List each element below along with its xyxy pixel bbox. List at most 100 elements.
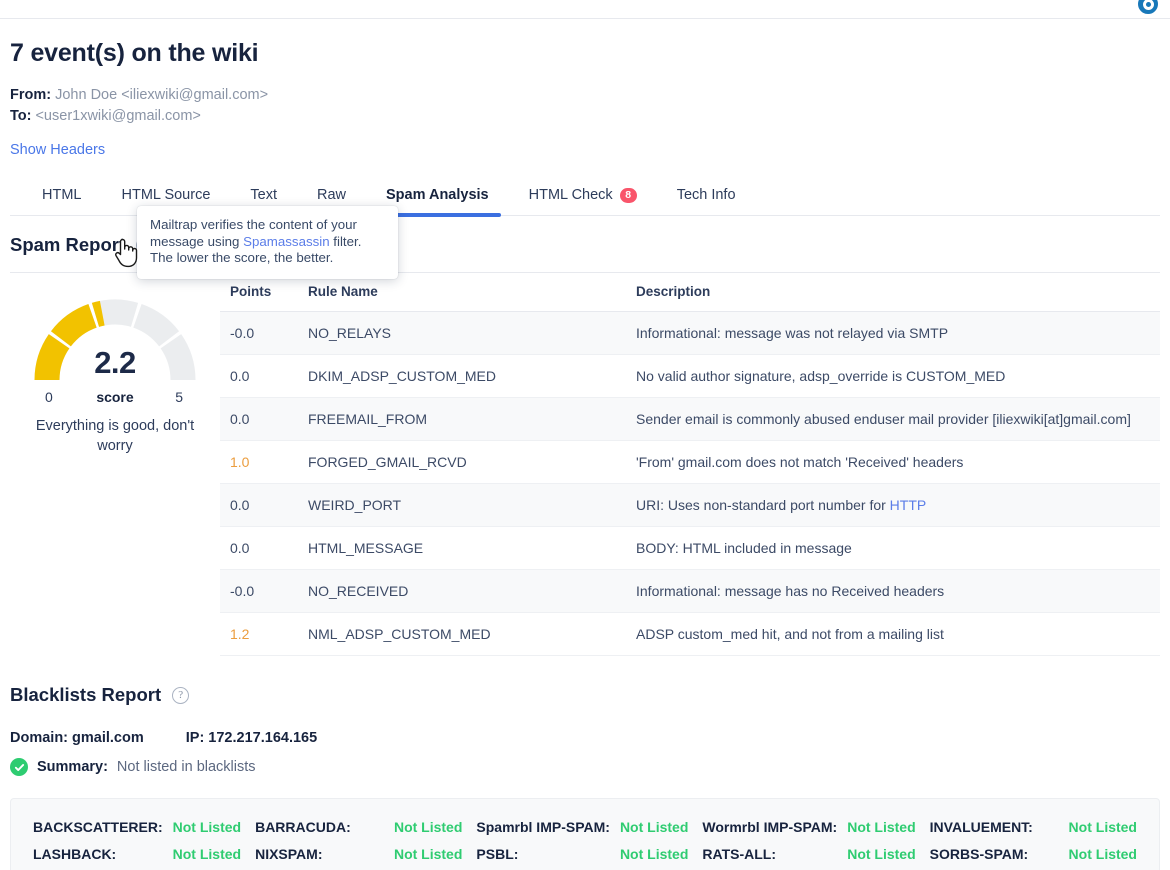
- from-label: From:: [10, 87, 52, 103]
- cell-description: No valid author signature, adsp_override…: [626, 354, 1160, 398]
- blacklist-name: BACKSCATTERER:: [33, 818, 163, 835]
- blacklist-status: Not Listed: [619, 845, 689, 862]
- table-row: 0.0 WEIRD_PORT URI: Uses non-standard port…: [220, 483, 1160, 527]
- tab-tech-info[interactable]: Tech Info: [657, 187, 756, 215]
- tab-html-check[interactable]: HTML Check 8: [509, 187, 657, 215]
- blacklists-summary: Summary: Not listed in blacklists: [10, 758, 1160, 776]
- gauge-note: Everything is good, don't worry: [35, 418, 195, 454]
- gauge-min-label: 0: [45, 389, 53, 405]
- column-header-description: Description: [626, 273, 1160, 312]
- cell-points: 0.0: [220, 354, 298, 398]
- blacklist-status: Not Listed: [847, 818, 916, 835]
- spam-rules-table: Points Rule Name Description -0.0 NO_RELAYS…: [220, 273, 1160, 656]
- table-body: -0.0 NO_RELAYS Informational: message was …: [220, 311, 1160, 656]
- to-value: <user1xwiki@gmail.com>: [35, 108, 201, 124]
- blacklist-name: BARRACUDA:: [255, 818, 351, 835]
- spam-report-tooltip: Mailtrap verifies the content of your me…: [137, 206, 398, 279]
- gauge-segment-track: [133, 304, 180, 347]
- cell-points: 0.0: [220, 526, 298, 570]
- blacklist-item: BARRACUDA: Not Listed: [255, 813, 462, 840]
- table-row: 1.0 FORGED_GMAIL_RCVD 'From' gmail.com doe…: [220, 440, 1160, 484]
- table-row: 0.0 DKIM_ADSP_CUSTOM_MED No valid author s…: [220, 354, 1160, 398]
- blacklist-status: Not Listed: [393, 818, 463, 835]
- cell-rule-name: NO_RECEIVED: [298, 569, 626, 613]
- blacklist-item: INVALUEMENT: Not Listed: [930, 813, 1137, 840]
- blacklists-summary-value: Not listed in blacklists: [116, 759, 256, 775]
- blacklists-report-title: Blacklists Report: [10, 684, 162, 705]
- blacklists-domain: Domain: gmail.com: [10, 730, 144, 746]
- table-row: 0.0 HTML_MESSAGE BODY: HTML included in me…: [220, 526, 1160, 570]
- tab-html[interactable]: HTML: [22, 187, 101, 215]
- blacklist-status: Not Listed: [1068, 845, 1137, 862]
- spam-rules-table-container: Points Rule Name Description -0.0 NO_RELAYS…: [220, 273, 1160, 656]
- blacklist-item: LASHBACK: Not Listed: [33, 840, 241, 867]
- cell-rule-name: NML_ADSP_CUSTOM_MED: [298, 612, 626, 656]
- show-headers-link[interactable]: Show Headers: [10, 142, 105, 158]
- blacklist-item: PSBL: Not Listed: [476, 840, 688, 867]
- blacklist-item: NIXSPAM: Not Listed: [255, 840, 462, 867]
- gauge-segment-fill: [50, 304, 97, 347]
- table-row: -0.0 NO_RELAYS Informational: message was …: [220, 311, 1160, 355]
- cell-points: 0.0: [220, 397, 298, 441]
- blacklist-name: INVALUEMENT:: [929, 818, 1033, 835]
- to-row: To: <user1xwiki@gmail.com>: [10, 106, 1160, 127]
- gauge-score-value: 2.2: [94, 345, 136, 380]
- blacklist-item: SORBS-SPAM: Not Listed: [930, 840, 1137, 867]
- cell-rule-name: WEIRD_PORT: [298, 483, 626, 527]
- tab-badge-count: 8: [619, 187, 637, 203]
- target-ring: [1142, 0, 1154, 10]
- tab-label: HTML: [42, 187, 82, 203]
- blacklist-status: Not Listed: [619, 818, 689, 835]
- cell-description: Informational: message has no Received h…: [626, 569, 1160, 613]
- blacklist-item: RATS-ALL: Not Listed: [702, 840, 915, 867]
- gauge-max-label: 5: [175, 389, 183, 405]
- blacklists-report-header: Blacklists Report ?: [10, 656, 1160, 712]
- blacklist-status: Not Listed: [393, 845, 463, 862]
- top-bar: [0, 0, 1170, 19]
- cell-points: -0.0: [220, 311, 298, 355]
- cell-description: ADSP custom_med hit, and not from a mail…: [626, 612, 1160, 656]
- cell-description: 'From' gmail.com does not match 'Receive…: [626, 440, 1160, 484]
- spamassassin-link[interactable]: Spamassassin: [243, 234, 329, 249]
- blacklist-name: LASHBACK:: [33, 845, 117, 862]
- blacklist-item: BACKSCATTERER: Not Listed: [33, 813, 241, 840]
- page-content: 7 event(s) on the wiki From: John Doe <il…: [0, 39, 1170, 870]
- gauge-score-label: score: [96, 389, 134, 405]
- from-row: From: John Doe <iliexwiki@gmail.com>: [10, 85, 1160, 106]
- tab-label: Spam Analysis: [386, 187, 489, 203]
- tab-label: Raw: [316, 187, 346, 203]
- tab-label: Tech Info: [676, 187, 736, 203]
- question-mark-icon[interactable]: ?: [172, 686, 190, 704]
- blacklists-grid: BACKSCATTERER: Not Listed LASHBACK: Not Lis…: [33, 813, 1137, 870]
- table-row: 0.0 FREEMAIL_FROM Sender email is commonly…: [220, 397, 1160, 441]
- blacklist-name: Wormrbl IMP-SPAM:: [702, 818, 838, 835]
- table-row: 1.2 NML_ADSP_CUSTOM_MED ADSP custom_med hi…: [220, 612, 1160, 656]
- tab-label: HTML Check: [528, 187, 613, 203]
- cell-points: 1.2: [220, 612, 298, 656]
- tab-label: HTML Source: [121, 187, 211, 203]
- message-addresses: From: John Doe <iliexwiki@gmail.com> To: <…: [10, 85, 1160, 127]
- spam-report-title: Spam Report: [10, 234, 126, 255]
- blacklists-summary-label: Summary:: [37, 759, 108, 775]
- cell-rule-name: NO_RELAYS: [298, 311, 626, 355]
- blacklist-status: Not Listed: [847, 845, 916, 862]
- blacklists-ip: IP: 172.217.164.165: [185, 730, 318, 746]
- target-circle-icon[interactable]: [1136, 0, 1160, 16]
- column-header-points: Points: [220, 273, 298, 312]
- blacklist-name: NIXSPAM:: [255, 845, 323, 862]
- cell-points: 1.0: [220, 440, 298, 484]
- cell-description: Sender email is commonly abused enduser …: [626, 397, 1160, 441]
- description-link[interactable]: HTTP: [890, 497, 927, 513]
- blacklists-meta: Domain: gmail.com IP: 172.217.164.165: [10, 730, 1160, 746]
- check-circle-icon: [10, 758, 28, 776]
- tab-label: Text: [250, 187, 277, 203]
- cell-rule-name: DKIM_ADSP_CUSTOM_MED: [298, 354, 626, 398]
- spam-report-body: 2.2 0 score 5 Everything is good, don't …: [10, 273, 1160, 656]
- cell-points: 0.0: [220, 483, 298, 527]
- cell-description: BODY: HTML included in message: [626, 526, 1160, 570]
- blacklist-status: Not Listed: [172, 845, 242, 862]
- cell-rule-name: FREEMAIL_FROM: [298, 397, 626, 441]
- blacklists-panel: BACKSCATTERER: Not Listed LASHBACK: Not Lis…: [10, 798, 1160, 870]
- blacklist-item: Spamrbl IMP-SPAM: Not Listed: [476, 813, 688, 840]
- table-head: Points Rule Name Description: [220, 273, 1160, 312]
